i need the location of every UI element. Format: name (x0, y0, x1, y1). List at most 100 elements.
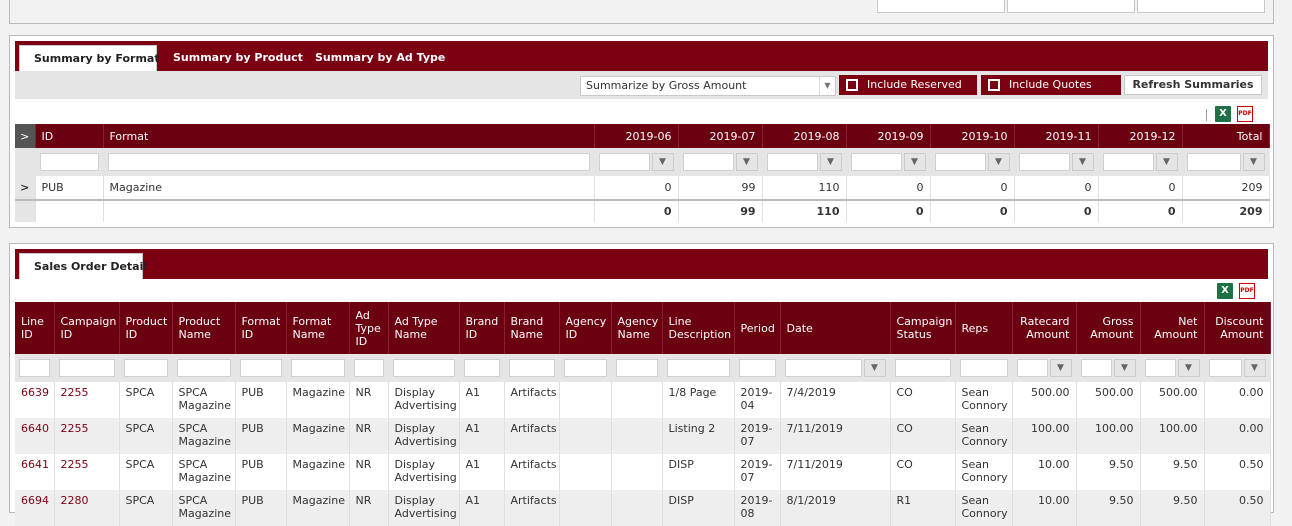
filter-input[interactable] (58, 359, 115, 377)
filter-input[interactable] (1080, 359, 1112, 377)
filter-input[interactable] (894, 359, 951, 377)
col-header-line-description[interactable]: Line Description (662, 302, 735, 354)
col-header-ad-type-id[interactable]: Ad Type ID (349, 302, 389, 354)
table-row[interactable]: 6694 2280 SPCA SPCA Magazine PUB Magazine NR Di… (15, 490, 1271, 526)
filter-input[interactable] (463, 359, 500, 377)
row-expand-icon[interactable]: > (15, 176, 36, 200)
filter-icon[interactable]: ▼ (1243, 359, 1266, 377)
filter-input[interactable] (615, 359, 658, 377)
filter-icon[interactable]: ▼ (735, 153, 758, 171)
filter-input[interactable] (239, 359, 282, 377)
table-row[interactable]: 6639 2255 SPCA SPCA Magazine PUB Magazine NR Di… (15, 382, 1271, 418)
filter-input[interactable] (766, 153, 818, 171)
filter-icon[interactable]: ▼ (863, 359, 886, 377)
col-header-reps[interactable]: Reps (955, 302, 1013, 354)
summarize-select[interactable]: Summarize by Gross Amount ▼ (580, 76, 836, 96)
filter-input[interactable] (959, 359, 1008, 377)
filter-input[interactable] (666, 359, 730, 377)
cell-campaign-id[interactable]: 2255 (54, 418, 120, 454)
col-header-date[interactable]: Date (780, 302, 891, 354)
col-header-id[interactable]: ID (35, 124, 104, 148)
filter-input-format[interactable] (107, 153, 590, 171)
filter-input[interactable] (738, 359, 776, 377)
tab-summary-by-ad-type[interactable]: Summary by Ad Type (301, 45, 459, 71)
filter-input[interactable] (1016, 359, 1048, 377)
col-header-2019-11[interactable]: 2019-11 (1014, 124, 1099, 148)
table-row[interactable]: 6640 2255 SPCA SPCA Magazine PUB Magazine NR Di… (15, 418, 1271, 454)
filter-input[interactable] (1102, 153, 1154, 171)
col-header-net-amount[interactable]: Net Amount (1140, 302, 1205, 354)
filter-input[interactable] (784, 359, 862, 377)
col-header-discount-amount[interactable]: Discount Amount (1204, 302, 1271, 354)
col-header-ratecard-amount[interactable]: Ratecard Amount (1012, 302, 1077, 354)
filter-icon[interactable]: ▼ (1071, 153, 1094, 171)
filter-input[interactable] (123, 359, 168, 377)
col-header-brand-name[interactable]: Brand Name (504, 302, 560, 354)
col-header-2019-08[interactable]: 2019-08 (762, 124, 847, 148)
top-field-2[interactable] (1007, 0, 1135, 13)
col-header-product-name[interactable]: Product Name (172, 302, 236, 354)
excel-export-icon[interactable]: X (1215, 106, 1231, 122)
filter-input[interactable] (508, 359, 555, 377)
filter-input[interactable] (850, 153, 902, 171)
excel-export-icon[interactable]: X (1217, 283, 1233, 299)
col-header-campaign-status[interactable]: Campaign Status (890, 302, 956, 354)
expand-all-icon[interactable]: > (15, 124, 36, 148)
col-header-format-name[interactable]: Format Name (286, 302, 350, 354)
filter-input[interactable] (19, 359, 50, 377)
col-header-line-id[interactable]: Line ID (15, 302, 55, 354)
table-row[interactable]: 6641 2255 SPCA SPCA Magazine PUB Magazine NR Di… (15, 454, 1271, 490)
col-header-format[interactable]: Format (103, 124, 595, 148)
filter-icon[interactable]: ▼ (1155, 153, 1178, 171)
filter-input[interactable] (934, 153, 986, 171)
filter-input[interactable] (598, 153, 650, 171)
table-row[interactable]: > PUB Magazine 0 99 110 0 0 0 0 209 (15, 176, 1270, 200)
filter-icon[interactable]: ▼ (987, 153, 1010, 171)
cell-campaign-id[interactable]: 2255 (54, 382, 120, 418)
filter-icon[interactable]: ▼ (1113, 359, 1136, 377)
filter-icon[interactable]: ▼ (651, 153, 674, 171)
filter-input[interactable] (176, 359, 231, 377)
col-header-2019-09[interactable]: 2019-09 (846, 124, 931, 148)
filter-input[interactable] (1018, 153, 1070, 171)
col-header-2019-07[interactable]: 2019-07 (678, 124, 763, 148)
col-header-2019-10[interactable]: 2019-10 (930, 124, 1015, 148)
cell-campaign-id[interactable]: 2280 (54, 490, 120, 526)
filter-input-id[interactable] (39, 153, 99, 171)
filter-icon[interactable]: ▼ (1049, 359, 1072, 377)
col-header-total[interactable]: Total (1182, 124, 1270, 148)
cell-line-id[interactable]: 6641 (15, 454, 55, 490)
filter-input[interactable] (353, 359, 384, 377)
col-header-gross-amount[interactable]: Gross Amount (1076, 302, 1141, 354)
filter-icon[interactable]: ▼ (819, 153, 842, 171)
col-header-period[interactable]: Period (734, 302, 781, 354)
col-header-agency-id[interactable]: Agency ID (559, 302, 612, 354)
include-quotes-checkbox[interactable]: Include Quotes (981, 75, 1121, 95)
filter-input[interactable] (682, 153, 734, 171)
cell-line-id[interactable]: 6694 (15, 490, 55, 526)
col-header-agency-name[interactable]: Agency Name (611, 302, 663, 354)
tab-sales-order-detail[interactable]: Sales Order Detail (19, 253, 147, 279)
col-header-campaign-id[interactable]: Campaign ID (54, 302, 120, 354)
col-header-brand-id[interactable]: Brand ID (459, 302, 505, 354)
filter-input[interactable] (1186, 153, 1241, 171)
pdf-export-icon[interactable]: PDF (1239, 283, 1255, 299)
tab-summary-by-format[interactable]: Summary by Format (19, 45, 160, 71)
filter-input[interactable] (1144, 359, 1176, 377)
filter-input[interactable] (392, 359, 455, 377)
filter-input[interactable] (1208, 359, 1242, 377)
col-header-product-id[interactable]: Product ID (119, 302, 173, 354)
col-header-2019-06[interactable]: 2019-06 (594, 124, 679, 148)
col-header-format-id[interactable]: Format ID (235, 302, 287, 354)
filter-icon[interactable]: ▼ (1242, 153, 1265, 171)
cell-line-id[interactable]: 6639 (15, 382, 55, 418)
pdf-export-icon[interactable]: PDF (1237, 106, 1253, 122)
include-reserved-checkbox[interactable]: Include Reserved (839, 75, 977, 95)
filter-icon[interactable]: ▼ (1177, 359, 1200, 377)
tab-summary-by-product[interactable]: Summary by Product (159, 45, 317, 71)
col-header-ad-type-name[interactable]: Ad Type Name (388, 302, 460, 354)
top-field-3[interactable] (1137, 0, 1265, 13)
refresh-summaries-button[interactable]: Refresh Summaries (1124, 75, 1262, 95)
top-field-1[interactable] (877, 0, 1005, 13)
cell-line-id[interactable]: 6640 (15, 418, 55, 454)
